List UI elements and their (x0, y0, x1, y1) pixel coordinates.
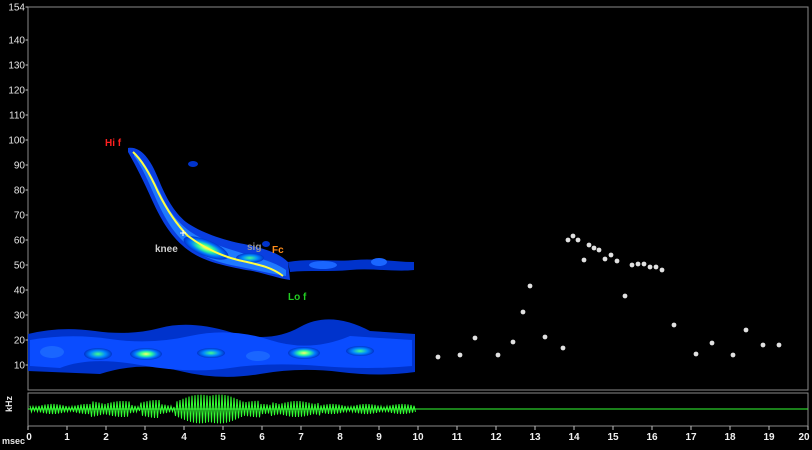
dot (527, 283, 533, 289)
x-tick-label: 19 (763, 432, 775, 443)
dot (709, 340, 715, 346)
dot (591, 245, 597, 251)
x-tick-label: 5 (220, 432, 226, 443)
y-tick-label: 60 (14, 236, 26, 247)
x-tick-label: 14 (568, 432, 580, 443)
dot (635, 261, 641, 267)
x-tick-label: 0 (26, 432, 32, 443)
y-tick-label: 20 (14, 336, 26, 347)
x-axis-unit: msec (2, 436, 25, 445)
y-tick-label-top: 154 (8, 3, 25, 14)
x-tick-label: 11 (452, 432, 463, 443)
x-tick-label: 18 (724, 432, 736, 443)
dot (693, 351, 699, 357)
x-tick-label: 4 (181, 432, 187, 443)
x-tick-label: 1 (64, 432, 70, 443)
dot (730, 352, 736, 358)
y-tick-label: 80 (14, 186, 26, 197)
dot (743, 327, 749, 333)
dot (495, 352, 501, 358)
dot (565, 237, 571, 243)
spectrogram-viewer[interactable]: 154 140 130 120 110 100 90 80 70 60 50 40 30 20 10 012… (0, 0, 812, 447)
fc-marker[interactable]: Fc (272, 245, 284, 256)
y-tick-label: 10 (14, 361, 26, 372)
x-tick-label: 7 (298, 432, 304, 443)
dot (614, 258, 620, 264)
dot (629, 262, 635, 268)
dot (457, 352, 463, 358)
x-tick-label: 3 (142, 432, 148, 443)
dot (510, 339, 516, 345)
y-tick-label: 140 (8, 36, 25, 47)
dot (542, 334, 548, 340)
x-tick-label: 9 (376, 432, 382, 443)
x-tick-label: 13 (529, 432, 541, 443)
x-tick-label: 16 (646, 432, 658, 443)
y-tick-label: 120 (8, 86, 25, 97)
lo-f-marker[interactable]: Lo f (288, 292, 307, 303)
dot (575, 237, 581, 243)
dot (760, 342, 766, 348)
x-tick-label: 12 (490, 432, 502, 443)
y-tick-label: 30 (14, 311, 26, 322)
dot (671, 322, 677, 328)
dot (647, 264, 653, 270)
dot (622, 293, 628, 299)
frequency-axis: 154 140 130 120 110 100 90 80 70 60 50 40 30 20 10 (8, 3, 28, 372)
y-tick-label: 110 (9, 111, 25, 122)
y-tick-label: 50 (14, 261, 26, 272)
x-tick-label: 6 (259, 432, 265, 443)
x-tick-label: 8 (337, 432, 343, 443)
time-axis: 0 1 2 3 4 5 6 7 8 9 10 11 12 13 14 15 16 17 18 19 20 (26, 426, 810, 443)
dot (472, 335, 478, 341)
y-axis-unit: kHz (4, 396, 14, 413)
x-tick-label: 17 (685, 432, 697, 443)
y-tick-label: 100 (8, 136, 25, 147)
dot (570, 233, 576, 239)
y-tick-label: 130 (8, 61, 25, 72)
dot (608, 252, 614, 258)
hi-f-marker[interactable]: Hi f (105, 138, 122, 149)
x-tick-label: 20 (798, 432, 810, 443)
dot (659, 267, 665, 273)
sig-marker[interactable]: sig (247, 242, 261, 253)
y-tick-label: 90 (14, 161, 26, 172)
x-tick-label: 2 (103, 432, 109, 443)
x-tick-label: 10 (412, 432, 424, 443)
x-tick-label: 15 (607, 432, 619, 443)
knee-marker[interactable]: knee (155, 244, 178, 255)
y-tick-label: 70 (14, 211, 26, 222)
dot (586, 242, 592, 248)
dot (776, 342, 782, 348)
spectrogram-canvas[interactable]: 154140130120110100908070605040302010 012… (0, 0, 812, 447)
dot (653, 264, 659, 270)
y-tick-label: 40 (14, 286, 26, 297)
dot (641, 261, 647, 267)
dot (581, 257, 587, 263)
dot (435, 354, 441, 360)
dot (602, 256, 608, 262)
dot (596, 247, 602, 253)
dot (520, 309, 526, 315)
dot (560, 345, 566, 351)
